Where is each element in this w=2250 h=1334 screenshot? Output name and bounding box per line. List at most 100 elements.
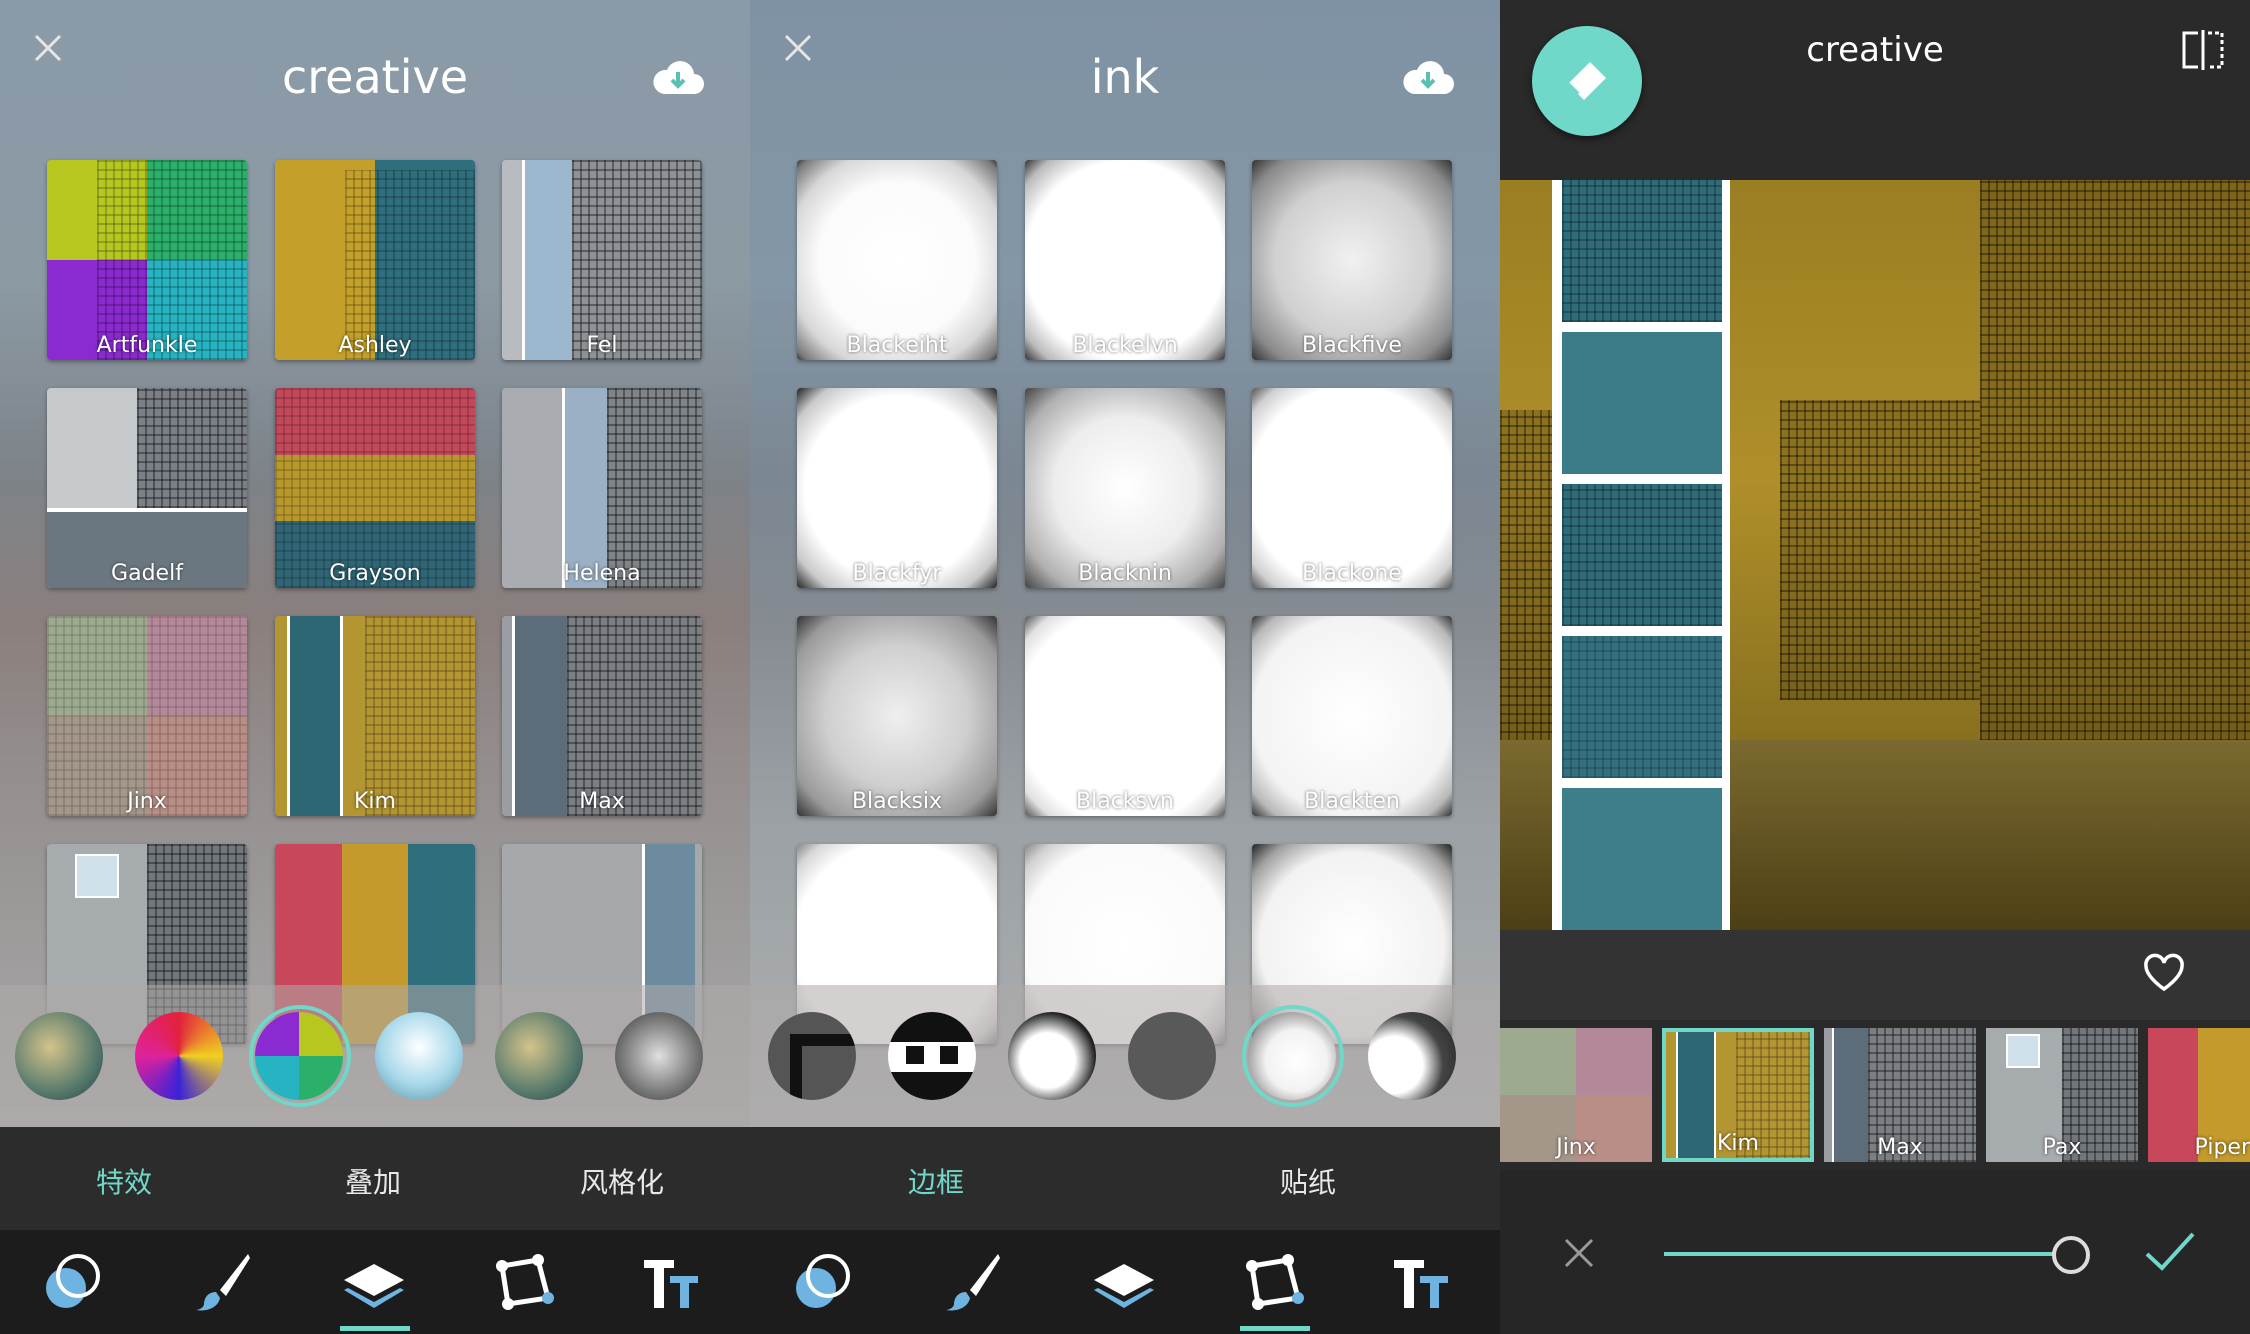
sub-border-circle[interactable] [768, 1012, 856, 1100]
collage-cell [1562, 180, 1722, 322]
tab-stickers[interactable]: 贴纸 [1280, 1161, 1336, 1201]
thumb-label: Pax [2042, 1135, 2082, 1160]
cancel-icon[interactable] [1562, 1236, 1596, 1270]
collage-cell [1562, 332, 1722, 474]
tile-label: Blackeiht [846, 333, 948, 358]
tile-label: Blackfyr [852, 561, 942, 586]
filter-thumbnail-selected[interactable]: Kim [1662, 1028, 1814, 1162]
crop-icon[interactable] [492, 1250, 556, 1314]
opacity-slider-track[interactable] [1664, 1252, 2074, 1256]
filter-tile[interactable]: Max [502, 616, 702, 816]
layers-icon[interactable] [1092, 1250, 1156, 1314]
opacity-slider-handle[interactable] [2052, 1236, 2090, 1274]
tile-label: Grayson [329, 561, 421, 586]
border-tile[interactable]: Blacknin [1025, 388, 1225, 588]
sub-filter-circle[interactable] [615, 1012, 703, 1100]
border-tile[interactable]: Blackeiht [797, 160, 997, 360]
collage-cell [1562, 636, 1722, 778]
eraser-button[interactable] [1532, 26, 1642, 136]
filter-tile[interactable]: Jinx [47, 616, 247, 816]
active-tool-indicator [340, 1326, 410, 1331]
filter-tile[interactable]: Gadelf [47, 388, 247, 588]
thumb-label: Max [1877, 1135, 1923, 1160]
brush-icon[interactable] [190, 1250, 254, 1314]
filter-thumbnail[interactable]: Pax [1986, 1028, 2138, 1162]
tile-label: Max [579, 789, 625, 814]
border-tile[interactable]: Blackelvn [1025, 160, 1225, 360]
collage-cell [1562, 788, 1722, 930]
border-tile[interactable]: Blackone [1252, 388, 1452, 588]
tile-label: Jinx [127, 789, 167, 814]
check-icon[interactable] [2144, 1230, 2196, 1274]
sub-filter-circle[interactable] [135, 1012, 223, 1100]
brush-icon[interactable] [940, 1250, 1004, 1314]
panel-editor: creative Jinx Kim Max Pax Piper [1500, 0, 2250, 1334]
category-tabs: 边框 贴纸 [750, 1127, 1500, 1230]
cloud-download-icon[interactable] [652, 58, 704, 98]
filter-thumbnail[interactable]: Piper [2148, 1028, 2250, 1162]
tab-effects[interactable]: 特效 [96, 1161, 152, 1201]
tab-stylize[interactable]: 风格化 [580, 1161, 664, 1201]
filter-tile[interactable]: Grayson [275, 388, 475, 588]
sub-border-circle[interactable] [1128, 1012, 1216, 1100]
tile-label: Blackten [1304, 789, 1400, 814]
filter-thumbnail[interactable]: Jinx [1500, 1028, 1652, 1162]
tile-label: Blacksvn [1076, 789, 1174, 814]
tile-label: Gadelf [111, 561, 183, 586]
crop-icon[interactable] [1242, 1250, 1306, 1314]
filter-tile[interactable]: Helena [502, 388, 702, 588]
pack-title: ink [1090, 50, 1160, 104]
filter-tile[interactable]: Ashley [275, 160, 475, 360]
thumb-label: Jinx [1556, 1135, 1596, 1160]
border-tile[interactable]: Blacksvn [1025, 616, 1225, 816]
filter-tile[interactable]: Kim [275, 616, 475, 816]
tile-label: Helena [563, 561, 641, 586]
bottom-toolbar [750, 1230, 1500, 1334]
border-tile[interactable]: Blackten [1252, 616, 1452, 816]
tile-label: Blacksix [851, 789, 943, 814]
bottom-toolbar [0, 1230, 750, 1334]
active-tool-indicator [1240, 1326, 1310, 1331]
eraser-icon [1566, 62, 1606, 100]
favorite-bar [1500, 930, 2250, 1020]
border-tile[interactable]: Blackfive [1252, 160, 1452, 360]
filter-tile[interactable]: Artfunkle [47, 160, 247, 360]
text-icon[interactable] [1390, 1250, 1454, 1314]
tile-label: Fel [586, 333, 618, 358]
sub-border-circle[interactable] [888, 1012, 976, 1100]
panel-ink-borders: ink Blackeiht Blackelvn Blackfive Blackf… [750, 0, 1500, 1334]
collage-cell [1562, 484, 1722, 626]
thumb-label: Piper [2194, 1135, 2250, 1160]
sub-filter-circle[interactable] [375, 1012, 463, 1100]
selection-ring [1242, 1005, 1344, 1107]
layers-icon[interactable] [342, 1250, 406, 1314]
text-icon[interactable] [640, 1250, 704, 1314]
tile-label: Kim [354, 789, 396, 814]
cloud-download-icon[interactable] [1402, 58, 1454, 98]
border-tile[interactable]: Blackfyr [797, 388, 997, 588]
selection-ring [249, 1005, 351, 1107]
tile-label: Blackone [1302, 561, 1402, 586]
edited-photo[interactable] [1500, 180, 2250, 930]
sub-border-circle[interactable] [1368, 1012, 1456, 1100]
filter-tile[interactable]: Fel [502, 160, 702, 360]
tile-label: Blackfive [1302, 333, 1402, 358]
tile-label: Blackelvn [1072, 333, 1178, 358]
tab-overlay[interactable]: 叠加 [345, 1161, 401, 1201]
tab-borders[interactable]: 边框 [908, 1161, 964, 1201]
compare-icon[interactable] [2180, 30, 2226, 70]
category-tabs: 特效 叠加 风格化 [0, 1127, 750, 1230]
filter-thumbnail[interactable]: Max [1824, 1028, 1976, 1162]
effects-icon[interactable] [40, 1250, 104, 1314]
tile-label: Blacknin [1078, 561, 1172, 586]
border-tile[interactable]: Blacksix [797, 616, 997, 816]
sub-filter-circle[interactable] [495, 1012, 583, 1100]
tile-label: Artfunkle [96, 333, 198, 358]
tile-label: Ashley [338, 333, 412, 358]
sub-border-circle[interactable] [1008, 1012, 1096, 1100]
effects-icon[interactable] [790, 1250, 854, 1314]
heart-icon[interactable] [2142, 953, 2186, 993]
pack-title: creative [281, 50, 469, 104]
panel-creative-effects: creative Artfunkle Ashley Fel Gadelf Gra… [0, 0, 750, 1334]
sub-filter-circle[interactable] [15, 1012, 103, 1100]
